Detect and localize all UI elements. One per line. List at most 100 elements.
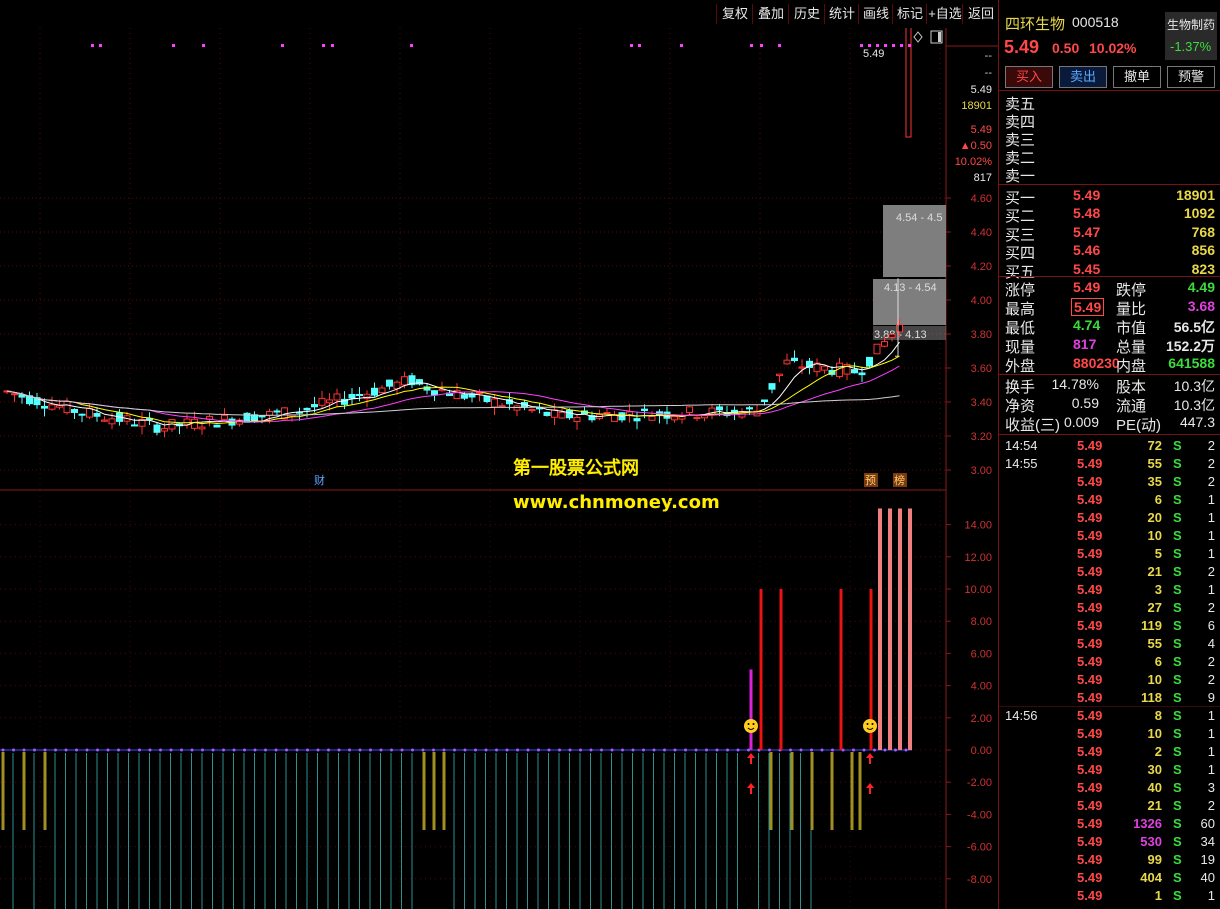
tick-row[interactable]: 5.49 10 S 1 (999, 528, 1220, 546)
tick-row[interactable]: 5.49 21 S 2 (999, 798, 1220, 816)
sector-name: 生物制药 (1167, 18, 1216, 32)
tick-row[interactable]: 5.49 1326 S 60 (999, 816, 1220, 834)
tick-row[interactable]: 5.49 35 S 2 (999, 474, 1220, 492)
candle-body (461, 394, 468, 399)
tick-count: 1 (1207, 888, 1215, 903)
back-button[interactable]: 返回 (962, 4, 999, 24)
tick-price: 5.49 (1077, 726, 1103, 741)
candle-body (761, 399, 768, 403)
stat-label: 跌停 (1116, 282, 1147, 299)
tick-row[interactable]: 5.49 21 S 2 (999, 564, 1220, 582)
tick-side: S (1173, 708, 1182, 723)
tick-price: 5.49 (1077, 690, 1103, 705)
tick-price: 5.49 (1077, 852, 1103, 867)
fuquan-button[interactable]: 复权 (716, 4, 753, 24)
cancel-order-button[interactable]: 撤单 (1113, 66, 1161, 88)
candle-body (371, 387, 378, 396)
candle-body (78, 413, 86, 416)
history-button[interactable]: 历史 (788, 4, 825, 24)
tick-row[interactable]: 5.49 10 S 2 (999, 672, 1220, 690)
tick-row[interactable]: 5.49 27 S 2 (999, 600, 1220, 618)
tick-count: 2 (1207, 564, 1215, 579)
statistics-button[interactable]: 统计 (824, 4, 859, 24)
price-tick: 3.00 (971, 465, 992, 477)
indicator-bar-pink (888, 508, 892, 750)
tick-price: 5.49 (1077, 888, 1103, 903)
tick-side: S (1173, 474, 1182, 489)
draw-line-button[interactable]: 画线 (858, 4, 893, 24)
tick-row[interactable]: 5.49 5 S 1 (999, 546, 1220, 564)
candle-body (11, 393, 18, 396)
indicator-bar-olive (422, 752, 426, 830)
overlay-button[interactable]: 叠加 (752, 4, 789, 24)
tick-row[interactable]: 5.49 55 S 4 (999, 636, 1220, 654)
tick-row[interactable]: 5.49 6 S 2 (999, 654, 1220, 672)
add-watchlist-button[interactable]: +自选 (926, 4, 963, 24)
stat-value: 4.74 (1073, 317, 1101, 333)
tick-row[interactable]: 5.49 6 S 1 (999, 492, 1220, 510)
tick-volume: 30 (1147, 762, 1162, 777)
candle-body (71, 409, 78, 413)
tick-volume: 21 (1147, 798, 1162, 813)
candle-body (63, 401, 71, 414)
sector-box[interactable]: 生物制药 -1.37% (1165, 12, 1217, 60)
tick-row[interactable]: 14:54 5.49 72 S 2 (999, 438, 1220, 456)
tick-side: S (1173, 600, 1182, 615)
indicator-bar-pink (908, 508, 912, 750)
signal-dot (760, 44, 763, 47)
tick-row[interactable]: 5.49 2 S 1 (999, 744, 1220, 762)
tick-row[interactable]: 5.49 119 S 6 (999, 618, 1220, 636)
signal-dot (638, 44, 641, 47)
tick-row[interactable]: 14:55 5.49 55 S 2 (999, 456, 1220, 474)
chart-area[interactable]: -- -- 5.49 18901 5.49 ▲0.50 10.02% 817 4… (0, 28, 998, 909)
fundamental-value: 0.59 (1071, 395, 1099, 411)
tick-count: 34 (1200, 834, 1215, 849)
price-tick: 4.60 (971, 193, 992, 205)
signal-dot (410, 44, 413, 47)
tick-side: S (1173, 852, 1182, 867)
fundamental-label: 流通 (1116, 398, 1147, 415)
stat-value: 641588 (1168, 355, 1215, 371)
candle-body (41, 405, 48, 409)
tick-volume: 1 (1154, 888, 1162, 903)
candle-body (48, 404, 56, 410)
smiley-icon (744, 719, 758, 733)
mark-button[interactable]: 标记 (892, 4, 927, 24)
buy-level-price: 5.47 (1073, 223, 1101, 240)
tick-count: 1 (1207, 510, 1215, 525)
tick-row[interactable]: 5.49 99 S 19 (999, 852, 1220, 870)
tick-row[interactable]: 5.49 30 S 1 (999, 762, 1220, 780)
box-line-5: 5.49 (971, 124, 992, 136)
smiley-icon (863, 719, 877, 733)
tick-volume: 1326 (1133, 816, 1162, 831)
tick-side: S (1173, 582, 1182, 597)
tick-row[interactable]: 5.49 3 S 1 (999, 582, 1220, 600)
fundamental-value: 0.009 (1063, 414, 1099, 430)
tick-count: 1 (1207, 582, 1215, 597)
tick-count: 1 (1207, 744, 1215, 759)
tick-row[interactable]: 5.49 404 S 40 (999, 870, 1220, 888)
tick-volume: 2 (1154, 744, 1162, 759)
tick-side: S (1173, 690, 1182, 705)
buy-button[interactable]: 买入 (1005, 66, 1053, 88)
tick-row[interactable]: 5.49 20 S 1 (999, 510, 1220, 528)
sell-button[interactable]: 卖出 (1059, 66, 1107, 88)
indicator-bar-olive (442, 752, 446, 830)
tick-side: S (1173, 762, 1182, 777)
candle-body (356, 393, 363, 396)
candle-body (776, 373, 783, 377)
indicator-bar-magenta (749, 669, 753, 750)
tick-row[interactable]: 5.49 10 S 1 (999, 726, 1220, 744)
tick-row[interactable]: 5.49 1 S 1 (999, 888, 1220, 906)
alert-button[interactable]: 预警 (1167, 66, 1215, 88)
fundamental-value: 14.78% (1051, 376, 1099, 392)
tick-row[interactable]: 5.49 40 S 3 (999, 780, 1220, 798)
signal-dot (680, 44, 683, 47)
candle-body (431, 390, 438, 396)
tick-row[interactable]: 5.49 530 S 34 (999, 834, 1220, 852)
stat-value: 4.49 (1187, 279, 1215, 295)
box-line-7: 10.02% (955, 156, 993, 168)
marker-finance: 财 (314, 473, 325, 487)
tick-row[interactable]: 14:56 5.49 8 S 1 (999, 708, 1220, 726)
candle-body (686, 406, 693, 413)
